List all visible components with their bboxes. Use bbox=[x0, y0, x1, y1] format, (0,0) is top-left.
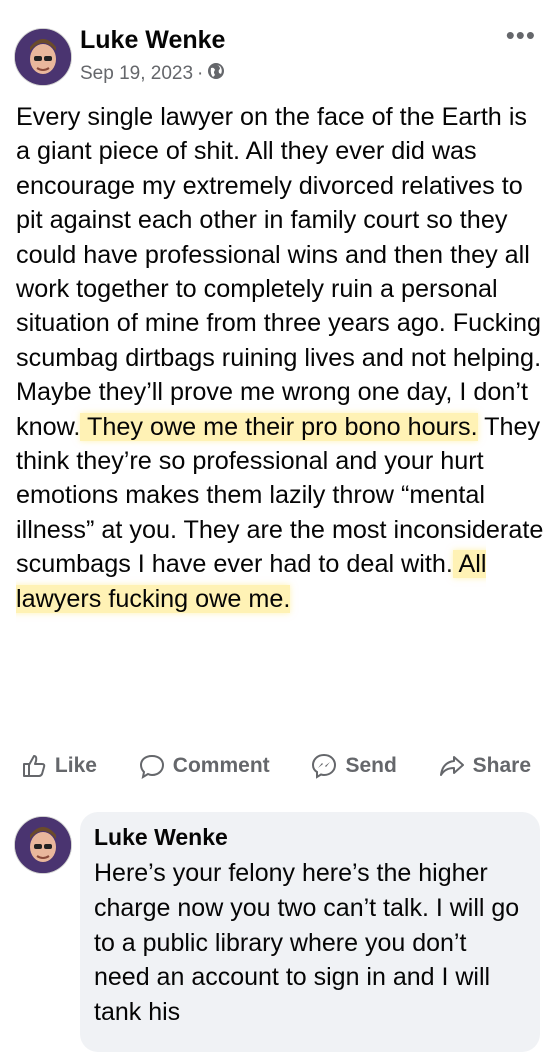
like-button[interactable]: Like bbox=[21, 753, 97, 779]
share-icon bbox=[439, 756, 464, 776]
comment-author-name[interactable]: Luke Wenke bbox=[94, 824, 228, 851]
share-button[interactable]: Share bbox=[439, 753, 531, 779]
send-button[interactable]: Send bbox=[311, 753, 397, 779]
comment-icon bbox=[139, 754, 164, 779]
commenter-avatar[interactable] bbox=[14, 816, 72, 874]
more-options-icon[interactable]: ••• bbox=[506, 22, 536, 48]
post-author-name[interactable]: Luke Wenke bbox=[80, 26, 225, 55]
post-meta: Sep 19, 2023 · bbox=[80, 62, 225, 86]
thumbs-up-icon bbox=[22, 755, 46, 777]
post-body: Every single lawyer on the face of the E… bbox=[16, 100, 544, 616]
share-label: Share bbox=[472, 754, 532, 777]
comment-text: Here’s your felony here’s the higher cha… bbox=[94, 859, 520, 1027]
post-action-bar: Like Comment Send Share bbox=[0, 746, 552, 786]
globe-icon bbox=[207, 62, 225, 86]
send-label: Send bbox=[345, 754, 397, 777]
post-text-segment: Every single lawyer on the face of the E… bbox=[16, 103, 542, 441]
post-date[interactable]: Sep 19, 2023 bbox=[80, 63, 193, 85]
meta-separator: · bbox=[197, 63, 204, 84]
highlighted-text: They owe me their pro bono hours. bbox=[80, 412, 478, 441]
comment-label: Comment bbox=[172, 754, 270, 777]
messenger-icon bbox=[312, 753, 337, 779]
comment-button[interactable]: Comment bbox=[139, 753, 270, 779]
author-avatar[interactable] bbox=[14, 28, 72, 86]
like-label: Like bbox=[54, 754, 97, 777]
